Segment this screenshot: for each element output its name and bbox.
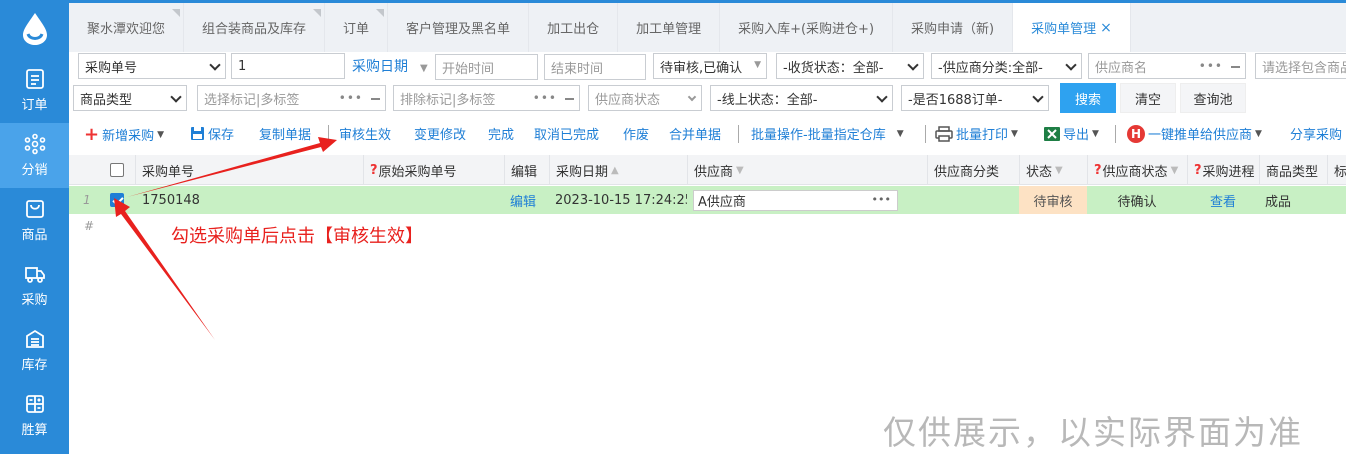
watermark-text: 仅供展示，以实际界面为准 [883, 413, 1303, 452]
arrow-to-checkbox-icon [114, 198, 215, 340]
instruction-annotation: 勾选采购单后点击【审核生效】 [171, 226, 423, 247]
arrow-to-approve-button-icon [127, 137, 337, 197]
